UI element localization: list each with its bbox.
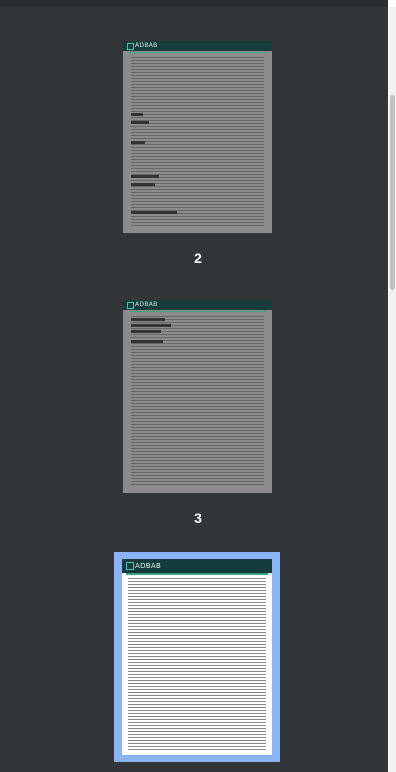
page-number-label: 3 bbox=[194, 510, 202, 526]
thumbnail-accent-line bbox=[126, 573, 268, 575]
thumbnail-header: ADBAB bbox=[123, 41, 272, 51]
thumbnail-bold-line bbox=[131, 318, 165, 321]
thumbnail-accent-line bbox=[129, 311, 266, 312]
page-thumbnail-current[interactable]: ADBAB bbox=[122, 559, 272, 755]
thumbnail-text-lines bbox=[131, 57, 264, 227]
thumbnail-bold-line bbox=[131, 211, 177, 214]
thumbnail-accent-line bbox=[129, 52, 266, 53]
thumbnail-header: ADBAB bbox=[122, 559, 272, 573]
thumbnail-brand: ADBAB bbox=[135, 562, 162, 570]
page-thumbnail-2[interactable]: ADBAB bbox=[123, 41, 272, 233]
page-thumbnail-3[interactable]: ADBAB bbox=[123, 300, 272, 493]
thumbnail-bold-line bbox=[131, 175, 159, 178]
logo-icon bbox=[126, 562, 134, 570]
sidebar-top-edge bbox=[0, 0, 396, 7]
thumbnail-bold-line bbox=[131, 330, 161, 333]
thumbnail-header: ADBAB bbox=[123, 300, 272, 310]
thumbnail-text-lines bbox=[128, 578, 266, 751]
thumbnail-bold-line bbox=[131, 324, 171, 327]
thumbnail-brand: ADBAB bbox=[135, 301, 158, 308]
thumbnail-bold-line bbox=[131, 113, 143, 116]
thumbnail-bold-line bbox=[131, 141, 145, 144]
logo-icon bbox=[127, 43, 134, 50]
page-number-label: 2 bbox=[194, 250, 202, 266]
thumbnail-bold-line bbox=[131, 183, 155, 186]
logo-icon bbox=[127, 302, 134, 309]
thumbnail-bold-line bbox=[131, 340, 163, 343]
thumbnail-brand: ADBAB bbox=[135, 42, 158, 49]
thumbnail-bold-line bbox=[131, 121, 149, 124]
